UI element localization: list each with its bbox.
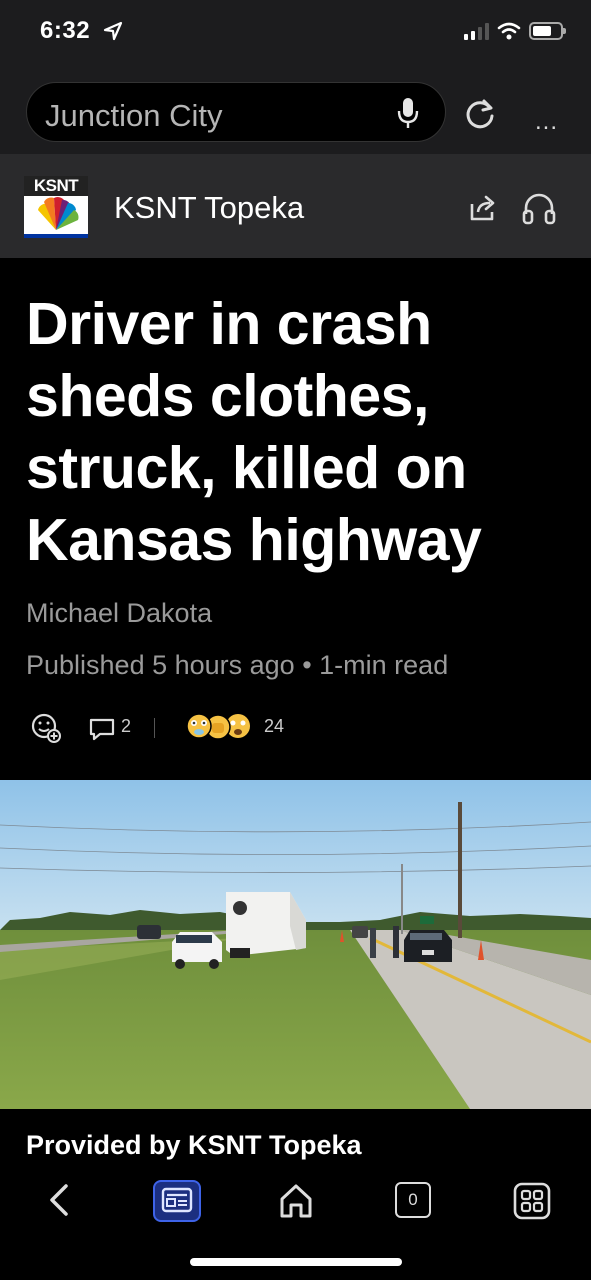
apps-grid-icon[interactable] — [513, 1182, 551, 1220]
divider — [154, 718, 155, 738]
article-headline: Driver in crash sheds clothes, struck, k… — [26, 291, 482, 573]
share-icon[interactable] — [466, 192, 498, 224]
publisher-bar: KSNT KSNT Topeka — [0, 154, 591, 258]
search-text[interactable]: Junction City — [45, 98, 222, 134]
cellular-signal-icon — [464, 22, 489, 40]
refresh-icon[interactable] — [463, 97, 497, 131]
reaction-emojis-icon[interactable] — [184, 710, 254, 744]
tabs-count: 0 — [408, 1190, 418, 1209]
location-arrow-icon — [103, 21, 123, 41]
status-time: 6:32 — [40, 17, 91, 44]
back-icon[interactable] — [44, 1180, 74, 1220]
comment-count[interactable]: 2 — [121, 716, 131, 737]
ksnt-logo[interactable]: KSNT — [24, 176, 88, 238]
browser-bar: Junction City ... — [0, 66, 591, 154]
article-photo[interactable] — [0, 780, 591, 1109]
home-icon[interactable] — [277, 1182, 315, 1220]
logo-text: KSNT — [24, 176, 88, 196]
status-bar: 6:32 — [0, 0, 591, 66]
battery-icon — [529, 22, 566, 40]
home-indicator[interactable] — [190, 1258, 402, 1266]
bottom-nav: 0 — [0, 1162, 591, 1280]
article-author[interactable]: Michael Dakota — [26, 598, 212, 629]
reactions-row: 2 24 — [30, 710, 570, 750]
add-reaction-icon[interactable] — [30, 712, 62, 744]
headphones-icon[interactable] — [521, 190, 557, 226]
comment-icon[interactable] — [88, 716, 116, 742]
reaction-count[interactable]: 24 — [264, 716, 284, 737]
article-meta: Published 5 hours ago • 1-min read — [26, 650, 449, 680]
wifi-icon — [497, 22, 521, 40]
tabs-button[interactable]: 0 — [395, 1182, 431, 1218]
address-search-bar[interactable]: Junction City — [26, 82, 446, 142]
microphone-icon[interactable] — [397, 97, 419, 129]
news-icon — [161, 1187, 193, 1213]
article-header: Driver in crash sheds clothes, struck, k… — [0, 258, 591, 780]
publisher-name[interactable]: KSNT Topeka — [114, 190, 304, 226]
status-icons — [464, 22, 566, 40]
nbc-peacock-icon — [24, 197, 88, 238]
more-options-icon[interactable]: ... — [535, 108, 558, 136]
news-tab-button[interactable] — [153, 1180, 201, 1222]
provided-by: Provided by KSNT Topeka — [26, 1130, 362, 1160]
